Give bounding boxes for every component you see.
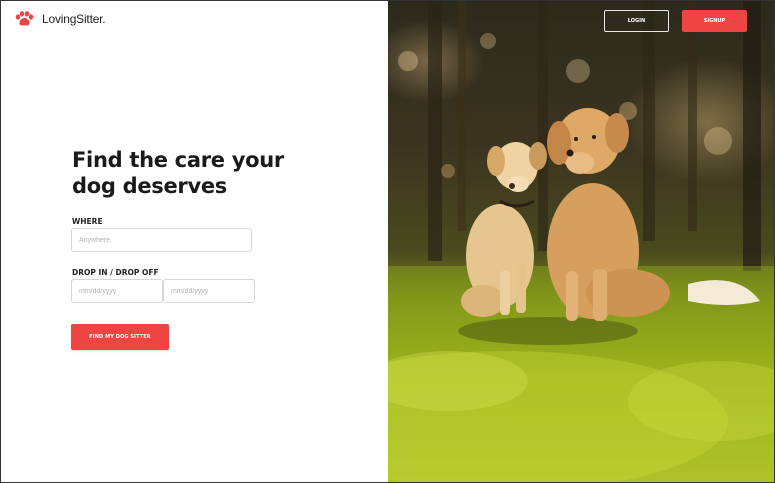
hero-photo [388, 1, 774, 482]
find-sitter-button[interactable]: FIND MY DOG SITTER [71, 324, 169, 350]
brand-logo[interactable]: LovingSitter. [15, 11, 106, 27]
dates-label: DROP IN / DROP OFF [72, 268, 159, 277]
paw-icon [15, 11, 34, 26]
signup-button[interactable]: SIGNUP [682, 10, 747, 32]
drop-off-date-input[interactable] [163, 279, 255, 303]
login-button[interactable]: LOGIN [604, 10, 669, 32]
where-input[interactable] [71, 228, 252, 252]
brand-name: LovingSitter. [42, 12, 106, 26]
where-label: WHERE [72, 217, 103, 226]
drop-in-date-input[interactable] [71, 279, 163, 303]
left-panel: LovingSitter. Find the care your dog des… [1, 1, 388, 482]
two-dogs-photo [388, 1, 774, 482]
landing-page: LovingSitter. Find the care your dog des… [0, 0, 775, 483]
hero-headline: Find the care your dog deserves [72, 148, 284, 198]
